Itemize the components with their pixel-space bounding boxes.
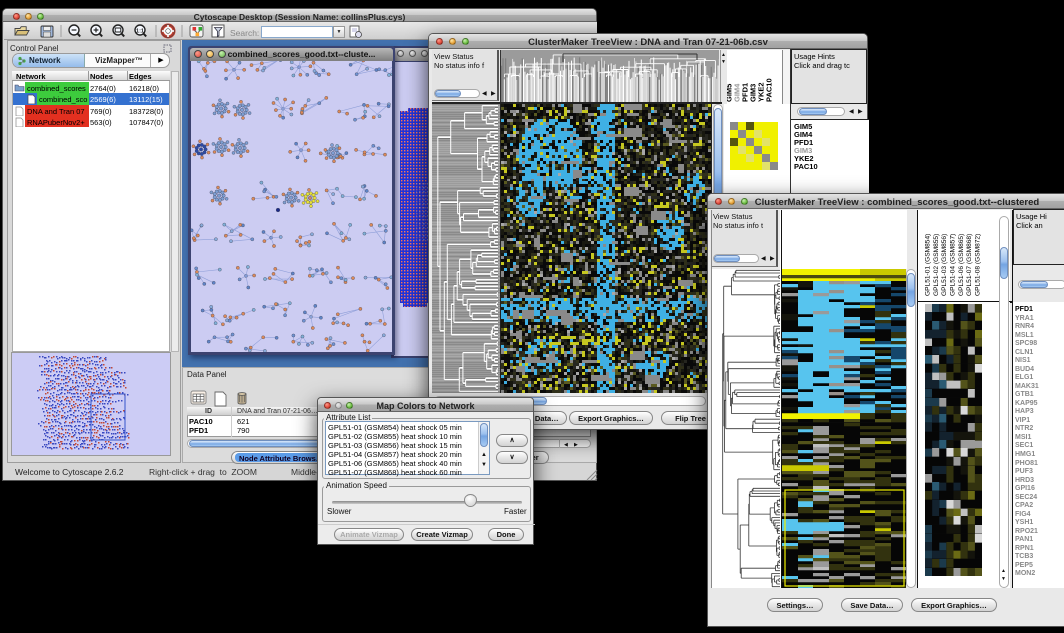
svg-text:GPL51-08 (GSM872): GPL51-08 (GSM872) xyxy=(975,234,982,296)
svg-text:GPL51-02 (GSM855): GPL51-02 (GSM855) xyxy=(933,234,940,296)
svg-text:PAC10: PAC10 xyxy=(765,78,774,102)
svg-text:GPL51-03 (GSM856): GPL51-03 (GSM856) xyxy=(941,234,948,296)
svg-text:1:1: 1:1 xyxy=(136,28,144,34)
svg-text:GPL51-06 (GSM865): GPL51-06 (GSM865) xyxy=(958,234,965,296)
svg-text:GPL51-07 (GSM868): GPL51-07 (GSM868) xyxy=(966,234,973,296)
svg-text:GPL51-01 (GSM854): GPL51-01 (GSM854) xyxy=(925,234,932,296)
svg-text:GPL51-04 (GSM857): GPL51-04 (GSM857) xyxy=(950,234,957,296)
